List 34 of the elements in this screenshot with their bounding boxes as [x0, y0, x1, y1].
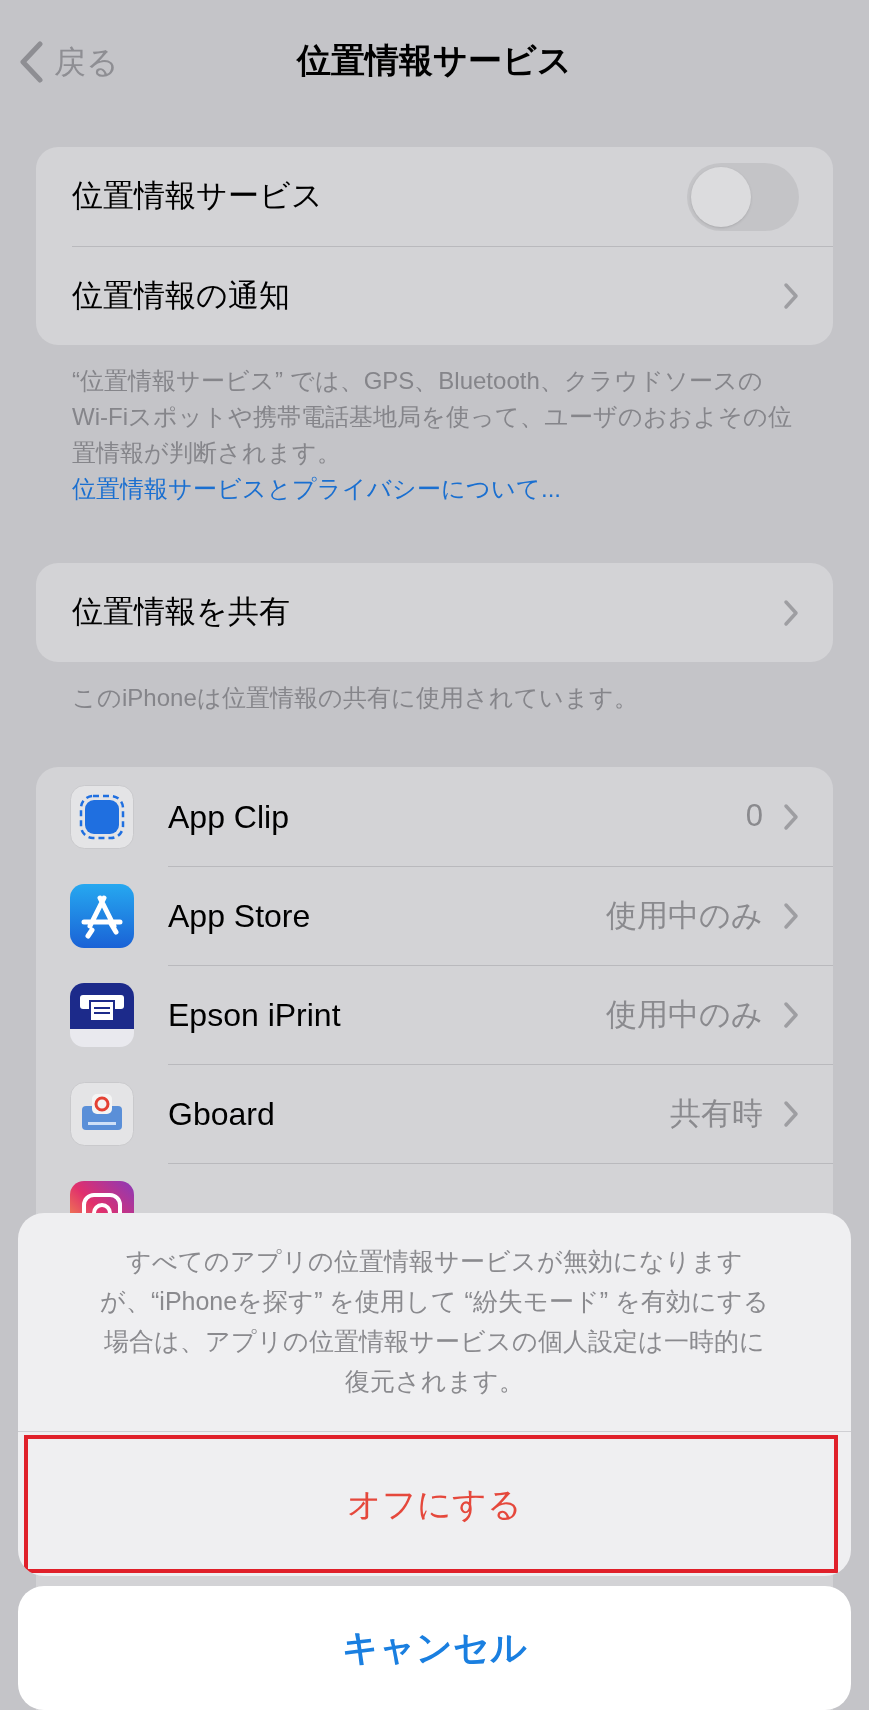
app-name: App Store — [168, 897, 312, 936]
section-footer: “位置情報サービス” では、GPS、Bluetooth、クラウドソースのWi-Fiスポットや携帯電話基地局を使って、ユーザのおおよその位置情報が判断されます。 位置情報サービスとプライバシーについて... — [72, 345, 797, 507]
permission-value: 0 — [745, 797, 763, 836]
keyboard-icon — [70, 1081, 134, 1146]
row-label: 位置情報サービス — [72, 177, 324, 216]
row-label: 位置情報を共有 — [72, 593, 291, 632]
chevron-right-icon — [783, 1001, 799, 1029]
app-store-icon — [70, 883, 134, 948]
chevron-right-icon — [783, 902, 799, 930]
row-label: 位置情報の通知 — [72, 276, 291, 315]
app-row[interactable]: Epson iPrint 使用中のみ — [36, 965, 833, 1064]
app-row[interactable]: Gboard 共有時 — [36, 1064, 833, 1163]
printer-icon — [70, 982, 134, 1047]
app-name: App Clip — [168, 797, 290, 837]
camera-icon — [70, 1181, 134, 1215]
chevron-right-icon — [783, 282, 799, 310]
app-row[interactable]: App Clip 0 — [36, 767, 833, 866]
chevron-right-icon — [783, 802, 799, 831]
app-name: Epson iPrint — [168, 996, 342, 1035]
app-name: Gboard — [168, 1095, 276, 1134]
permission-value: 使用中のみ — [606, 995, 763, 1034]
settings-row[interactable]: 位置情報の通知 — [72, 246, 833, 345]
app-clip-icon — [70, 784, 134, 849]
screen-title: 位置情報サービス — [297, 39, 572, 81]
settings-row[interactable]: 位置情報サービス — [72, 147, 833, 246]
section-footer: このiPhoneは位置情報の共有に使用されています。 — [72, 662, 797, 716]
alert-message: すべてのアプリの位置情報サービスが無効になりますが、“iPhoneを探す” を使用して “紛失モード” を有効にする場合は、アプリの位置情報サービスの個人設定は一時的に復元されます。 — [99, 1246, 770, 1397]
app-row[interactable]: App Store 使用中のみ — [36, 866, 833, 965]
cancel-button[interactable]: キャンセル — [18, 1586, 851, 1710]
chevron-left-icon — [18, 41, 44, 83]
permission-value: 共有時 — [670, 1094, 763, 1133]
chevron-right-icon — [783, 598, 799, 627]
permission-value: 使用中のみ — [606, 896, 763, 935]
chevron-right-icon — [783, 1100, 799, 1128]
